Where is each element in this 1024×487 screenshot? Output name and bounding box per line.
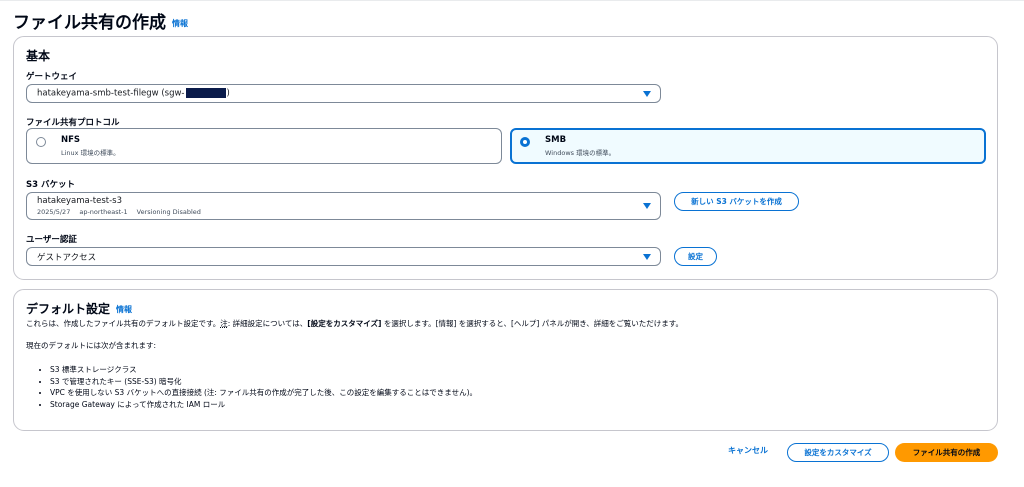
bucket-select[interactable]: hatakeyama-test-s3 2025/5/27 ap-northeast… — [26, 192, 661, 220]
protocol-option-smb[interactable]: SMB Windows 環境の標準。 — [510, 128, 986, 164]
defaults-description: これらは、作成したファイル共有のデフォルト設定です。注: 詳細設定については、[… — [26, 318, 683, 329]
auth-select-value: ゲストアクセス — [37, 252, 97, 263]
create-file-share-button[interactable]: ファイル共有の作成 — [895, 443, 998, 462]
gateway-select[interactable]: hatakeyama-smb-test-filegw (sgw-) — [26, 84, 661, 103]
list-item: Storage Gateway によって作成された IAM ロール — [50, 399, 477, 411]
page-info-link[interactable]: 情報 — [172, 19, 188, 28]
list-item: VPC を使用しない S3 バケットへの直接接続 (注: ファイル共有の作成が完… — [50, 387, 477, 399]
redacted-gateway-id — [185, 88, 226, 99]
top-divider — [0, 0, 1024, 1]
page-title-text: ファイル共有の作成 — [13, 13, 166, 33]
basic-settings-panel: 基本 ゲートウェイ hatakeyama-smb-test-filegw (sg… — [13, 36, 998, 280]
nfs-description: Linux 環境の標準。 — [61, 149, 120, 157]
bucket-label: S3 バケット — [26, 180, 75, 190]
radio-selected-icon[interactable] — [520, 137, 530, 147]
bucket-region: ap-northeast-1 — [79, 208, 128, 216]
desc-bold: [設定をカスタマイズ] — [307, 319, 382, 328]
nfs-title: NFS — [61, 135, 81, 145]
auth-settings-button[interactable]: 設定 — [674, 247, 717, 266]
gateway-value-suffix: ) — [226, 88, 230, 99]
auth-label: ユーザー認証 — [26, 235, 77, 245]
list-item: S3 標準ストレージクラス — [50, 364, 477, 376]
current-defaults-intro: 現在のデフォルトには次が含まれます: — [26, 341, 157, 350]
bucket-versioning: Versioning Disabled — [136, 208, 201, 216]
bucket-select-value: hatakeyama-test-s3 — [37, 196, 123, 206]
desc-note: 注 — [220, 319, 228, 328]
defaults-list: S3 標準ストレージクラス S3 で管理されたキー (SSE-S3) 暗号化 V… — [38, 364, 477, 410]
radio-icon[interactable] — [36, 137, 46, 147]
caret-down-icon — [643, 90, 651, 97]
defaults-section-title: デフォルト設定 情報 — [26, 300, 132, 317]
auth-select[interactable]: ゲストアクセス — [26, 247, 661, 266]
defaults-info-link[interactable]: 情報 — [116, 305, 132, 314]
protocol-label: ファイル共有プロトコル — [26, 118, 120, 128]
list-item: S3 で管理されたキー (SSE-S3) 暗号化 — [50, 376, 477, 388]
desc-part2: : 詳細設定については、 — [227, 319, 308, 328]
bucket-meta: 2025/5/27 ap-northeast-1 Versioning Disabl… — [37, 208, 650, 216]
gateway-label: ゲートウェイ — [26, 72, 78, 82]
caret-down-icon — [643, 253, 651, 260]
page-title: ファイル共有の作成 情報 — [13, 8, 188, 33]
desc-part3: を選択します。[情報] を選択すると、[ヘルプ] パネルが開き、詳細をご覧いただ… — [381, 319, 683, 328]
protocol-option-nfs[interactable]: NFS Linux 環境の標準。 — [26, 128, 502, 164]
smb-description: Windows 環境の標準。 — [545, 149, 616, 157]
defaults-title-text: デフォルト設定 — [26, 302, 111, 316]
bucket-date: 2025/5/27 — [37, 208, 71, 216]
gateway-select-value: hatakeyama-smb-test-filegw (sgw-) — [37, 88, 650, 99]
default-settings-panel: デフォルト設定 情報 これらは、作成したファイル共有のデフォルト設定です。注: 詳… — [13, 289, 998, 431]
desc-part1: これらは、作成したファイル共有のデフォルト設定です。 — [26, 319, 221, 328]
create-bucket-button[interactable]: 新しい S3 バケットを作成 — [674, 192, 799, 211]
caret-down-icon — [643, 203, 651, 209]
smb-title: SMB — [545, 135, 567, 145]
cancel-button[interactable]: キャンセル — [728, 445, 768, 456]
customize-settings-button[interactable]: 設定をカスタマイズ — [787, 443, 889, 462]
basic-section-title: 基本 — [26, 49, 51, 63]
gateway-value-prefix: hatakeyama-smb-test-filegw (sgw- — [37, 88, 185, 99]
